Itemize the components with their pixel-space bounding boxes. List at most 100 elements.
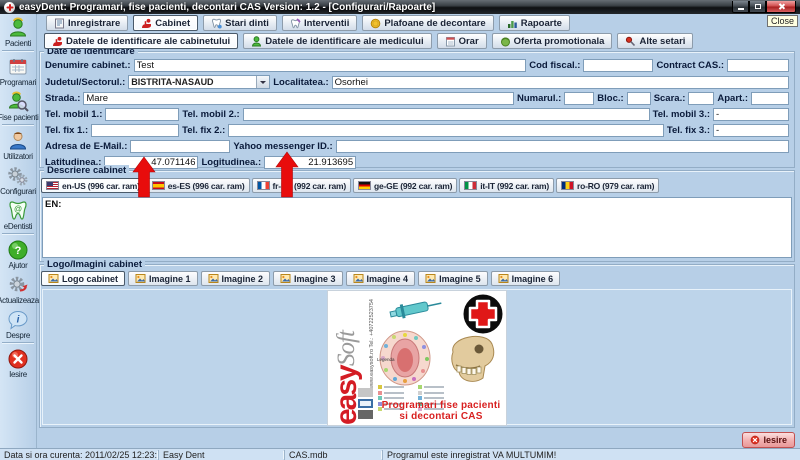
minimize-button[interactable]	[732, 1, 749, 13]
description-group-title: Descriere cabinet	[44, 165, 129, 176]
picture-icon	[280, 273, 291, 284]
form-row-coords: Latitudinea.: Logitudinea.:	[45, 156, 789, 169]
sidebar-item-configurari[interactable]: Configurari	[0, 162, 36, 197]
sidebar-item-iesire[interactable]: Iesire	[0, 345, 36, 380]
tab-rapoarte[interactable]: Rapoarte	[499, 15, 570, 31]
tab-date-cabinet[interactable]: Datele de identificare ale cabinetului	[44, 33, 238, 49]
gallery-tab-bar: Logo cabinet Imagine 1 Imagine 2 Imagine…	[41, 271, 560, 286]
judet-select[interactable]: BISTRITA-NASAUD	[128, 75, 270, 89]
cod-fiscal-input[interactable]	[583, 59, 653, 72]
email-input[interactable]	[130, 140, 230, 153]
coin-icon	[370, 18, 381, 29]
tab-date-medic[interactable]: Datele de identificare ale medicului	[243, 33, 431, 49]
lang-tab-en-us[interactable]: en-US (996 car. ram)	[41, 178, 145, 193]
tab-logo-cabinet[interactable]: Logo cabinet	[41, 271, 125, 286]
tab-imagine-2[interactable]: Imagine 2	[201, 271, 271, 286]
sidebar-item-edentisti[interactable]: @ eDentisti	[0, 197, 36, 232]
tab-plafoane[interactable]: Plafoane de decontare	[362, 15, 493, 31]
logo-color-squares	[358, 388, 373, 419]
denumire-input[interactable]	[134, 59, 527, 72]
tab-cabinet[interactable]: Cabinet	[133, 15, 198, 31]
title-bar: easyDent: Programari, fise pacienti, dec…	[0, 0, 800, 14]
apart-input[interactable]	[751, 92, 789, 105]
lang-tab-es-es[interactable]: es-ES (996 car. ram)	[147, 178, 250, 193]
main-content: Inregistrare Cabinet Stari dinti Interve…	[37, 14, 800, 448]
tel-mobil2-input[interactable]	[243, 108, 650, 121]
tel-fix3-input[interactable]	[713, 124, 789, 137]
scara-input[interactable]	[688, 92, 714, 105]
form-row-mobile: Tel. mobil 1.: Tel. mobil 2.: Tel. mobil…	[45, 108, 789, 121]
judet-value: BISTRITA-NASAUD	[131, 77, 213, 87]
tab-stari-dinti[interactable]: Stari dinti	[203, 15, 277, 31]
germany-flag-icon	[358, 181, 371, 190]
close-tooltip: Close	[767, 15, 798, 27]
lang-tab-it-it[interactable]: it-IT (992 car. ram)	[459, 178, 554, 193]
close-icon	[778, 3, 785, 10]
picture-icon	[498, 273, 509, 284]
longitudine-input[interactable]	[264, 156, 356, 169]
tab-oferta[interactable]: Oferta promotionala	[492, 33, 613, 49]
france-flag-icon	[257, 181, 270, 190]
tab-inregistrare[interactable]: Inregistrare	[46, 15, 128, 31]
skull-graphic	[440, 329, 500, 385]
cod-fiscal-label: Cod fiscal.:	[529, 60, 580, 71]
judet-label: Judetul/Sectorul.:	[45, 77, 125, 88]
tab-orar[interactable]: Orar	[437, 33, 487, 49]
lang-tab-ge-ge[interactable]: ge-GE (992 car. ram)	[353, 178, 457, 193]
form-row-street: Strada.: Numarul.: Bloc.: Scara.: Apart.…	[45, 92, 789, 105]
numarul-input[interactable]	[564, 92, 594, 105]
status-database: CAS.mdb	[284, 450, 382, 460]
sidebar-item-actualizeaza[interactable]: Actualizeaza	[0, 271, 36, 306]
close-button[interactable]	[766, 1, 796, 13]
app-window: easyDent: Programari, fise pacienti, dec…	[0, 0, 800, 460]
tab-alte-setari[interactable]: Alte setari	[617, 33, 693, 49]
tab-imagine-1[interactable]: Imagine 1	[128, 271, 198, 286]
lang-tab-fr-fr[interactable]: fr-FR (992 car. ram)	[252, 178, 351, 193]
bloc-label: Bloc.:	[597, 93, 623, 104]
maximize-icon	[755, 4, 761, 9]
italy-flag-icon	[464, 181, 477, 190]
sidebar-item-despre[interactable]: i Despre	[0, 306, 36, 341]
sidebar-item-utilizatori[interactable]: Utilizatori	[0, 127, 36, 162]
yahoo-input[interactable]	[336, 140, 789, 153]
contract-cas-input[interactable]	[727, 59, 789, 72]
form-row-email: Adresa de E-Mail.: Yahoo messenger ID.:	[45, 140, 789, 153]
exit-icon	[7, 348, 29, 370]
description-group: Descriere cabinet en-US (996 car. ram) e…	[39, 170, 795, 262]
tel-mobil3-input[interactable]	[713, 108, 789, 121]
tel-fix1-input[interactable]	[91, 124, 179, 137]
svg-text:@: @	[14, 205, 22, 214]
tel-fix2-input[interactable]	[228, 124, 664, 137]
legend-title: Legenda	[377, 357, 395, 362]
form-row-fix: Tel. fix 1.: Tel. fix 2.: Tel. fix 3.:	[45, 124, 789, 137]
sidebar-item-pacienti[interactable]: Pacienti	[0, 14, 36, 49]
maximize-button[interactable]	[749, 1, 766, 13]
tooth-at-icon: @	[7, 200, 29, 222]
picture-icon	[425, 273, 436, 284]
localitate-label: Localitatea.:	[273, 77, 328, 88]
tab-imagine-5[interactable]: Imagine 5	[418, 271, 488, 286]
sidebar-divider	[2, 124, 34, 126]
bloc-input[interactable]	[627, 92, 651, 105]
sidebar-item-fise-pacienti[interactable]: Fise pacienti	[0, 88, 36, 123]
sidebar: Pacienti Programari Fise pacienti Utiliz…	[0, 14, 37, 448]
description-textarea[interactable]: EN:	[42, 197, 792, 258]
gallery-group: Logo/Imagini cabinet Logo cabinet Imagin…	[39, 264, 795, 428]
sidebar-item-programari[interactable]: Programari	[0, 53, 36, 88]
strada-input[interactable]	[83, 92, 514, 105]
main-tab-bar: Inregistrare Cabinet Stari dinti Interve…	[46, 15, 570, 31]
tab-imagine-4[interactable]: Imagine 4	[346, 271, 416, 286]
syringe-graphic	[386, 295, 448, 323]
localitate-input[interactable]	[332, 76, 789, 89]
about-icon: i	[7, 309, 29, 331]
tel-mobil1-label: Tel. mobil 1.:	[45, 109, 102, 120]
picture-icon	[208, 273, 219, 284]
tel-mobil1-input[interactable]	[105, 108, 179, 121]
tab-interventii[interactable]: Interventii	[282, 15, 357, 31]
lang-tab-ro-ro[interactable]: ro-RO (979 car. ram)	[556, 178, 659, 193]
register-icon	[54, 18, 65, 29]
exit-button[interactable]: Iesire	[742, 432, 795, 448]
tab-imagine-3[interactable]: Imagine 3	[273, 271, 343, 286]
sidebar-item-ajutor[interactable]: ? Ajutor	[0, 236, 36, 271]
tab-imagine-6[interactable]: Imagine 6	[491, 271, 561, 286]
